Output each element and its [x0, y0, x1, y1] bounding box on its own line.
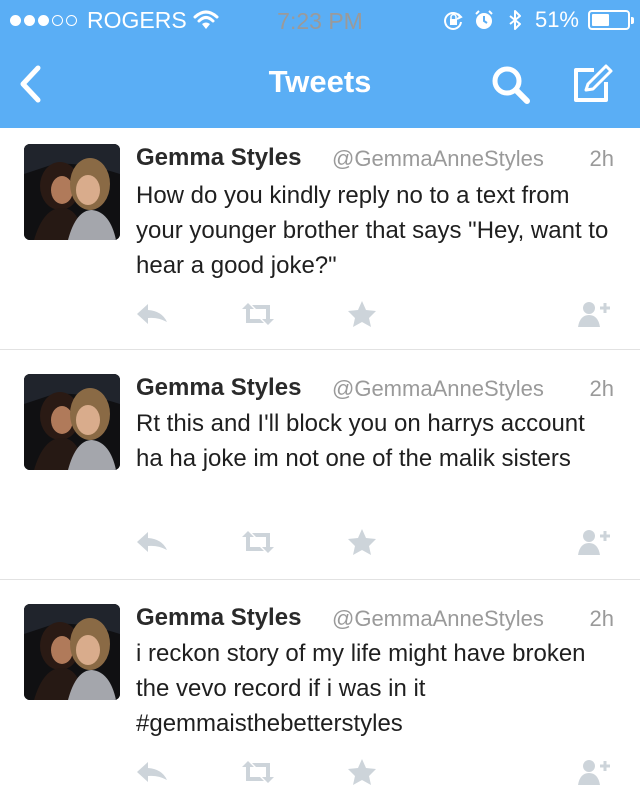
tweet-header: Gemma Styles @GemmaAnneStyles 2h: [136, 604, 626, 634]
battery-percent: 51%: [534, 7, 579, 32]
author-handle[interactable]: @GemmaAnneStyles: [332, 146, 544, 172]
author-name[interactable]: Gemma Styles: [136, 604, 301, 632]
retweet-icon[interactable]: [240, 528, 276, 556]
favorite-star-icon[interactable]: [344, 528, 380, 556]
reply-icon[interactable]: [134, 300, 170, 328]
tweet[interactable]: Gemma Styles @GemmaAnneStyles 2h Rt this…: [0, 350, 640, 580]
compose-icon[interactable]: [570, 62, 614, 106]
tweet-timestamp: 2h: [589, 376, 614, 401]
author-handle[interactable]: @GemmaAnneStyles: [332, 376, 544, 402]
retweet-icon[interactable]: [240, 758, 276, 786]
tweet-text: Rt this and I'll block you on harrys acc…: [136, 410, 585, 472]
app-header: ROGERS 7:23 PM 51% Tweets: [0, 0, 640, 128]
battery-icon: [588, 10, 634, 30]
status-right: 51%: [442, 7, 634, 32]
author-name[interactable]: Gemma Styles: [136, 144, 301, 172]
tweet-timestamp: 2h: [589, 606, 614, 631]
tweet-text: i reckon story of my life might have bro…: [136, 640, 586, 737]
tweet-header: Gemma Styles @GemmaAnneStyles 2h: [136, 144, 626, 174]
retweet-icon[interactable]: [240, 300, 276, 328]
tweet-actions: [0, 758, 640, 798]
tweet-header: Gemma Styles @GemmaAnneStyles 2h: [136, 374, 626, 404]
search-icon[interactable]: [490, 64, 532, 106]
reply-icon[interactable]: [134, 758, 170, 786]
avatar[interactable]: [24, 604, 120, 700]
favorite-star-icon[interactable]: [344, 758, 380, 786]
avatar[interactable]: [24, 374, 120, 470]
rotation-lock-icon: [444, 12, 463, 30]
tweet-text: How do you kindly reply no to a text fro…: [136, 182, 609, 279]
tweet-actions: [0, 528, 640, 568]
follow-user-icon[interactable]: [576, 528, 612, 556]
tweet-actions: [0, 300, 640, 340]
follow-user-icon[interactable]: [576, 758, 612, 786]
profile-photo-icon: [24, 374, 120, 470]
tweet-timestamp: 2h: [589, 146, 614, 171]
author-name[interactable]: Gemma Styles: [136, 374, 301, 402]
profile-photo-icon: [24, 144, 120, 240]
reply-icon[interactable]: [134, 528, 170, 556]
avatar[interactable]: [24, 144, 120, 240]
bluetooth-icon: [509, 10, 521, 30]
tweet[interactable]: Gemma Styles @GemmaAnneStyles 2h i recko…: [0, 580, 640, 810]
page-title: Tweets: [268, 64, 372, 99]
follow-user-icon[interactable]: [576, 300, 612, 328]
alarm-icon: [475, 10, 493, 29]
profile-photo-icon: [24, 604, 120, 700]
battery-fill: [592, 14, 610, 26]
author-handle[interactable]: @GemmaAnneStyles: [332, 606, 544, 632]
tweet[interactable]: Gemma Styles @GemmaAnneStyles 2h How do …: [0, 128, 640, 350]
favorite-star-icon[interactable]: [344, 300, 380, 328]
status-bar: ROGERS 7:23 PM 51%: [0, 0, 640, 40]
